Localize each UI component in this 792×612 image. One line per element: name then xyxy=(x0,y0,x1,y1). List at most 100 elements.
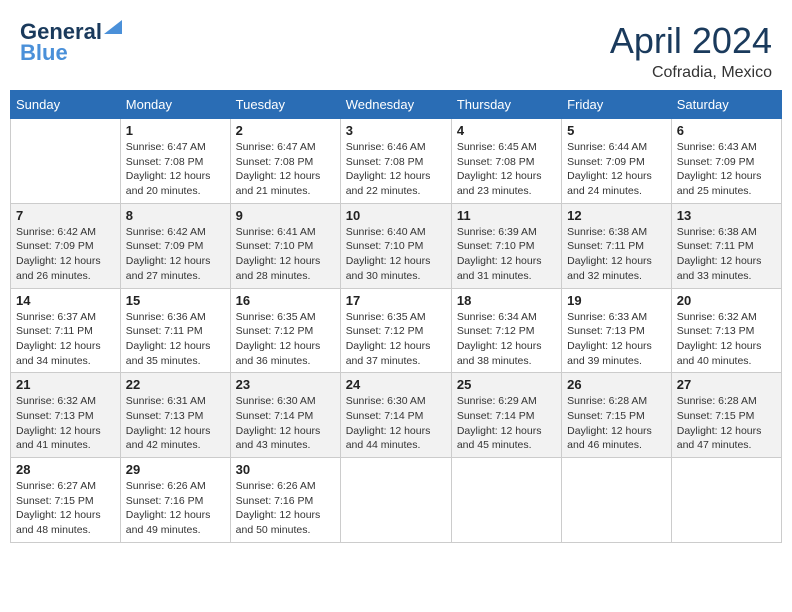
day-info: Sunrise: 6:30 AMSunset: 7:14 PMDaylight:… xyxy=(236,394,335,453)
day-info: Sunrise: 6:27 AMSunset: 7:15 PMDaylight:… xyxy=(16,479,115,538)
day-info: Sunrise: 6:43 AMSunset: 7:09 PMDaylight:… xyxy=(677,140,776,199)
day-number: 1 xyxy=(126,123,225,138)
calendar-cell: 26 Sunrise: 6:28 AMSunset: 7:15 PMDayligh… xyxy=(562,373,672,458)
day-number: 4 xyxy=(457,123,556,138)
calendar-cell: 8 Sunrise: 6:42 AMSunset: 7:09 PMDaylight… xyxy=(120,203,230,288)
day-number: 20 xyxy=(677,293,776,308)
day-info: Sunrise: 6:36 AMSunset: 7:11 PMDaylight:… xyxy=(126,310,225,369)
day-info: Sunrise: 6:37 AMSunset: 7:11 PMDaylight:… xyxy=(16,310,115,369)
calendar-cell xyxy=(451,458,561,543)
day-header-friday: Friday xyxy=(562,91,672,119)
day-number: 30 xyxy=(236,462,335,477)
calendar-cell xyxy=(671,458,781,543)
calendar-week-3: 21 Sunrise: 6:32 AMSunset: 7:13 PMDayligh… xyxy=(11,373,782,458)
day-header-thursday: Thursday xyxy=(451,91,561,119)
calendar-cell: 14 Sunrise: 6:37 AMSunset: 7:11 PMDayligh… xyxy=(11,288,121,373)
day-number: 26 xyxy=(567,377,666,392)
calendar-cell: 28 Sunrise: 6:27 AMSunset: 7:15 PMDayligh… xyxy=(11,458,121,543)
calendar-cell xyxy=(562,458,672,543)
calendar-cell: 7 Sunrise: 6:42 AMSunset: 7:09 PMDaylight… xyxy=(11,203,121,288)
day-number: 6 xyxy=(677,123,776,138)
month-year: April 2024 xyxy=(610,20,772,62)
calendar-cell: 21 Sunrise: 6:32 AMSunset: 7:13 PMDayligh… xyxy=(11,373,121,458)
calendar-cell: 2 Sunrise: 6:47 AMSunset: 7:08 PMDaylight… xyxy=(230,119,340,204)
calendar-week-4: 28 Sunrise: 6:27 AMSunset: 7:15 PMDayligh… xyxy=(11,458,782,543)
day-info: Sunrise: 6:28 AMSunset: 7:15 PMDaylight:… xyxy=(567,394,666,453)
day-header-monday: Monday xyxy=(120,91,230,119)
calendar-cell: 10Sunrise: 6:40 AMSunset: 7:10 PMDayligh… xyxy=(340,203,451,288)
calendar-week-2: 14 Sunrise: 6:37 AMSunset: 7:11 PMDayligh… xyxy=(11,288,782,373)
calendar-cell: 25Sunrise: 6:29 AMSunset: 7:14 PMDayligh… xyxy=(451,373,561,458)
day-number: 29 xyxy=(126,462,225,477)
calendar-cell xyxy=(11,119,121,204)
day-number: 18 xyxy=(457,293,556,308)
day-info: Sunrise: 6:30 AMSunset: 7:14 PMDaylight:… xyxy=(346,394,446,453)
day-number: 21 xyxy=(16,377,115,392)
calendar-cell: 13 Sunrise: 6:38 AMSunset: 7:11 PMDayligh… xyxy=(671,203,781,288)
day-number: 24 xyxy=(346,377,446,392)
day-header-sunday: Sunday xyxy=(11,91,121,119)
calendar-cell: 4 Sunrise: 6:45 AMSunset: 7:08 PMDaylight… xyxy=(451,119,561,204)
day-info: Sunrise: 6:42 AMSunset: 7:09 PMDaylight:… xyxy=(16,225,115,284)
day-number: 8 xyxy=(126,208,225,223)
day-info: Sunrise: 6:39 AMSunset: 7:10 PMDaylight:… xyxy=(457,225,556,284)
day-info: Sunrise: 6:31 AMSunset: 7:13 PMDaylight:… xyxy=(126,394,225,453)
day-info: Sunrise: 6:38 AMSunset: 7:11 PMDaylight:… xyxy=(677,225,776,284)
day-info: Sunrise: 6:26 AMSunset: 7:16 PMDaylight:… xyxy=(236,479,335,538)
calendar-cell: 18 Sunrise: 6:34 AMSunset: 7:12 PMDayligh… xyxy=(451,288,561,373)
day-info: Sunrise: 6:28 AMSunset: 7:15 PMDaylight:… xyxy=(677,394,776,453)
title-block: April 2024 Cofradia, Mexico xyxy=(610,20,772,82)
day-number: 14 xyxy=(16,293,115,308)
page-header: General Blue April 2024 Cofradia, Mexico xyxy=(10,10,782,90)
day-number: 19 xyxy=(567,293,666,308)
calendar-cell: 3Sunrise: 6:46 AMSunset: 7:08 PMDaylight… xyxy=(340,119,451,204)
day-info: Sunrise: 6:41 AMSunset: 7:10 PMDaylight:… xyxy=(236,225,335,284)
calendar-cell: 27 Sunrise: 6:28 AMSunset: 7:15 PMDayligh… xyxy=(671,373,781,458)
day-info: Sunrise: 6:42 AMSunset: 7:09 PMDaylight:… xyxy=(126,225,225,284)
calendar-cell: 9Sunrise: 6:41 AMSunset: 7:10 PMDaylight… xyxy=(230,203,340,288)
calendar-cell: 29 Sunrise: 6:26 AMSunset: 7:16 PMDayligh… xyxy=(120,458,230,543)
day-info: Sunrise: 6:46 AMSunset: 7:08 PMDaylight:… xyxy=(346,140,446,199)
calendar-cell: 23Sunrise: 6:30 AMSunset: 7:14 PMDayligh… xyxy=(230,373,340,458)
day-number: 7 xyxy=(16,208,115,223)
day-number: 17 xyxy=(346,293,446,308)
calendar-cell: 11Sunrise: 6:39 AMSunset: 7:10 PMDayligh… xyxy=(451,203,561,288)
day-header-saturday: Saturday xyxy=(671,91,781,119)
day-info: Sunrise: 6:32 AMSunset: 7:13 PMDaylight:… xyxy=(677,310,776,369)
day-info: Sunrise: 6:33 AMSunset: 7:13 PMDaylight:… xyxy=(567,310,666,369)
day-info: Sunrise: 6:34 AMSunset: 7:12 PMDaylight:… xyxy=(457,310,556,369)
calendar-cell: 6 Sunrise: 6:43 AMSunset: 7:09 PMDaylight… xyxy=(671,119,781,204)
calendar-cell: 17 Sunrise: 6:35 AMSunset: 7:12 PMDayligh… xyxy=(340,288,451,373)
day-info: Sunrise: 6:26 AMSunset: 7:16 PMDaylight:… xyxy=(126,479,225,538)
calendar-cell: 30 Sunrise: 6:26 AMSunset: 7:16 PMDayligh… xyxy=(230,458,340,543)
calendar-body: 1 Sunrise: 6:47 AMSunset: 7:08 PMDaylight… xyxy=(11,119,782,543)
calendar-cell: 22 Sunrise: 6:31 AMSunset: 7:13 PMDayligh… xyxy=(120,373,230,458)
day-info: Sunrise: 6:47 AMSunset: 7:08 PMDaylight:… xyxy=(236,140,335,199)
calendar-cell: 24 Sunrise: 6:30 AMSunset: 7:14 PMDayligh… xyxy=(340,373,451,458)
day-number: 27 xyxy=(677,377,776,392)
calendar-week-1: 7 Sunrise: 6:42 AMSunset: 7:09 PMDaylight… xyxy=(11,203,782,288)
day-number: 16 xyxy=(236,293,335,308)
logo-triangle-icon xyxy=(104,20,122,34)
calendar-week-0: 1 Sunrise: 6:47 AMSunset: 7:08 PMDaylight… xyxy=(11,119,782,204)
day-info: Sunrise: 6:38 AMSunset: 7:11 PMDaylight:… xyxy=(567,225,666,284)
calendar-cell: 19 Sunrise: 6:33 AMSunset: 7:13 PMDayligh… xyxy=(562,288,672,373)
day-info: Sunrise: 6:45 AMSunset: 7:08 PMDaylight:… xyxy=(457,140,556,199)
logo: General Blue xyxy=(20,20,122,66)
day-number: 22 xyxy=(126,377,225,392)
day-number: 15 xyxy=(126,293,225,308)
day-info: Sunrise: 6:35 AMSunset: 7:12 PMDaylight:… xyxy=(236,310,335,369)
day-number: 28 xyxy=(16,462,115,477)
day-number: 2 xyxy=(236,123,335,138)
day-number: 13 xyxy=(677,208,776,223)
day-info: Sunrise: 6:32 AMSunset: 7:13 PMDaylight:… xyxy=(16,394,115,453)
day-info: Sunrise: 6:44 AMSunset: 7:09 PMDaylight:… xyxy=(567,140,666,199)
calendar-header-row: SundayMondayTuesdayWednesdayThursdayFrid… xyxy=(11,91,782,119)
day-header-tuesday: Tuesday xyxy=(230,91,340,119)
location: Cofradia, Mexico xyxy=(610,64,772,82)
day-info: Sunrise: 6:40 AMSunset: 7:10 PMDaylight:… xyxy=(346,225,446,284)
calendar-cell: 12Sunrise: 6:38 AMSunset: 7:11 PMDayligh… xyxy=(562,203,672,288)
calendar-table: SundayMondayTuesdayWednesdayThursdayFrid… xyxy=(10,90,782,543)
day-info: Sunrise: 6:35 AMSunset: 7:12 PMDaylight:… xyxy=(346,310,446,369)
calendar-cell: 20 Sunrise: 6:32 AMSunset: 7:13 PMDayligh… xyxy=(671,288,781,373)
